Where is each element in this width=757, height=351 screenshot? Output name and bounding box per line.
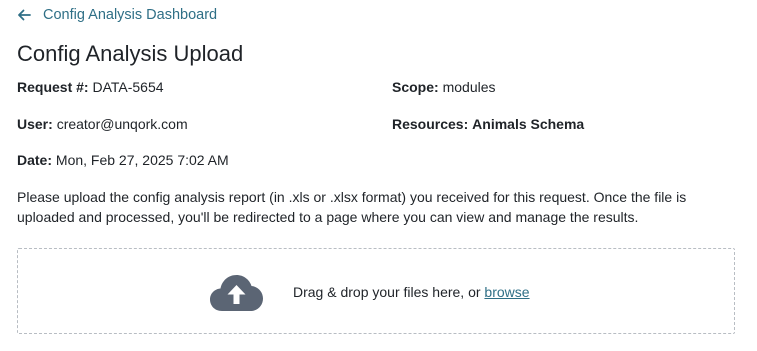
- request-value: DATA-5654: [92, 79, 164, 95]
- scope-label: Scope:: [392, 79, 439, 95]
- cloud-upload-icon: [210, 275, 263, 311]
- browse-link[interactable]: browse: [484, 284, 529, 300]
- scope: Scope: modules: [392, 78, 496, 96]
- upload-instructions: Please upload the config analysis report…: [17, 189, 687, 225]
- date: Date: Mon, Feb 27, 2025 7:02 AM: [17, 151, 229, 169]
- date-value: Mon, Feb 27, 2025 7:02 AM: [55, 152, 229, 168]
- page-title: Config Analysis Upload: [17, 41, 244, 66]
- back-to-dashboard-link[interactable]: Config Analysis Dashboard: [17, 6, 217, 24]
- resources: Resources: Animals Schema: [392, 115, 584, 133]
- arrow-left-icon: [18, 9, 31, 21]
- date-label: Date:: [17, 152, 53, 168]
- resources-value: Animals Schema: [472, 116, 585, 132]
- request-number: Request #: DATA-5654: [17, 78, 164, 96]
- back-link-label: Config Analysis Dashboard: [43, 7, 218, 23]
- file-dropzone[interactable]: Drag & drop your files here, or browse: [17, 248, 735, 334]
- user: User: creator@unqork.com: [17, 115, 188, 133]
- scope-value: modules: [442, 79, 496, 95]
- request-label: Request #:: [17, 79, 89, 95]
- dropzone-prompt-text: Drag & drop your files here, or: [293, 284, 481, 300]
- user-value: creator@unqork.com: [56, 116, 188, 132]
- dropzone-prompt: Drag & drop your files here, or browse: [293, 283, 530, 301]
- user-label: User:: [17, 116, 53, 132]
- upload-page: Config Analysis Dashboard Config Analysi…: [0, 0, 757, 351]
- resources-label: Resources:: [392, 116, 469, 132]
